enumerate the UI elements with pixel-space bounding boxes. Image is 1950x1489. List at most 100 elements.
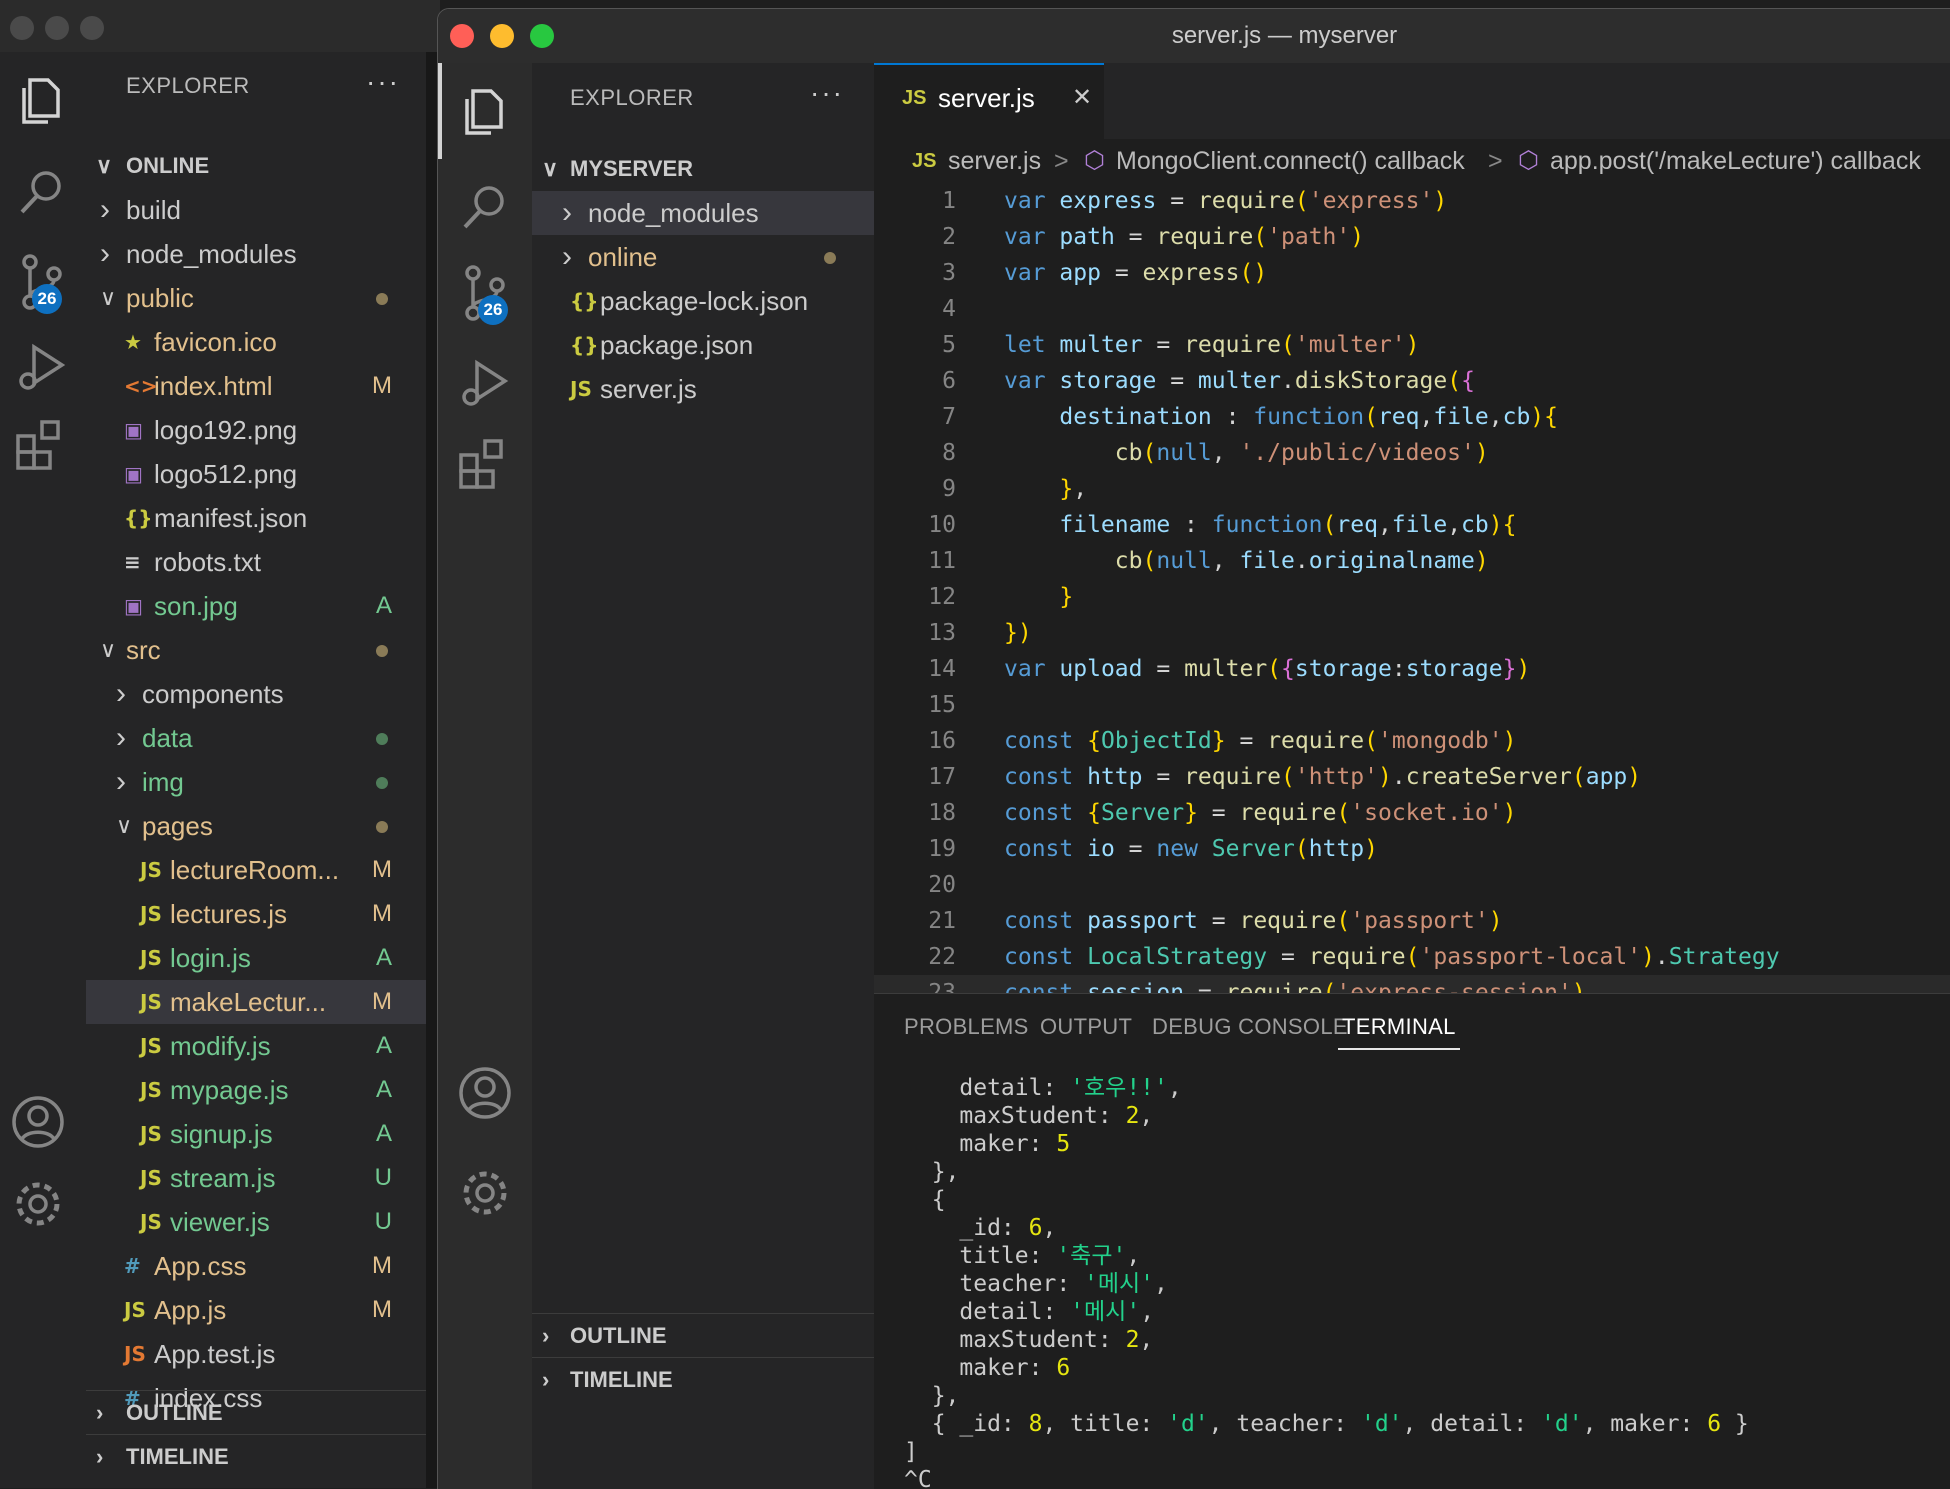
git-status-badge: M — [372, 900, 392, 927]
breadcrumb-symbol-1[interactable]: MongoClient.connect() callback — [1116, 139, 1465, 183]
terminal-line: detail: '메시', — [904, 1299, 1155, 1325]
item-label: favicon.ico — [154, 327, 277, 357]
code-line: 22 const LocalStrategy = require('passpor… — [874, 939, 1950, 975]
explorer-root-folder[interactable]: ∨ ONLINE — [86, 144, 426, 188]
code-line: 3 var app = express() — [874, 255, 1950, 291]
settings-gear-icon[interactable] — [8, 1174, 68, 1234]
panel-tab-output[interactable]: OUTPUT — [1040, 1014, 1132, 1040]
panel-tab-debug-console[interactable]: DEBUG CONSOLE — [1152, 1014, 1348, 1040]
item-label: robots.txt — [154, 547, 261, 577]
explorer-root-folder[interactable]: ∨ MYSERVER — [532, 147, 874, 191]
panel-tab-problems[interactable]: PROBLEMS — [904, 1014, 1029, 1040]
settings-gear-icon[interactable] — [455, 1163, 515, 1223]
line-number: 21 — [928, 908, 956, 934]
folder-item[interactable]: › online — [532, 235, 874, 279]
line-number: 7 — [942, 404, 956, 430]
file-item[interactable]: ▣ logo512.png — [86, 452, 426, 496]
window-title: server.js — myserver — [1171, 22, 1398, 49]
extensions-icon[interactable] — [12, 414, 72, 474]
file-item[interactable]: ▣ son.jpg A — [86, 584, 426, 628]
explorer-icon[interactable] — [12, 70, 72, 130]
search-icon[interactable] — [12, 162, 72, 222]
file-item[interactable]: JS App.test.js — [86, 1332, 426, 1376]
folder-item[interactable]: ∨ public — [86, 276, 426, 320]
breadcrumb: JS server.js > ⬡ MongoClient.connect() c… — [874, 139, 1950, 183]
file-item[interactable]: ★ favicon.ico — [86, 320, 426, 364]
file-item[interactable]: JS stream.js U — [86, 1156, 426, 1200]
item-label: pages — [142, 811, 213, 841]
outline-section[interactable]: › OUTLINE — [532, 1313, 874, 1358]
file-item[interactable]: {} manifest.json — [86, 496, 426, 540]
search-icon[interactable] — [455, 177, 515, 237]
more-actions-icon[interactable]: ··· — [810, 77, 844, 109]
minimize-window-icon[interactable] — [45, 16, 69, 40]
js-file-icon: JS — [140, 1034, 162, 1058]
file-item[interactable]: JS makeLectur... M — [86, 980, 426, 1024]
account-icon[interactable] — [8, 1092, 68, 1152]
file-item[interactable]: JS modify.js A — [86, 1024, 426, 1068]
explorer-icon[interactable] — [455, 81, 515, 141]
file-item[interactable]: {} package.json — [532, 323, 874, 367]
file-item[interactable]: JS signup.js A — [86, 1112, 426, 1156]
chevron-right-icon: › — [96, 1400, 104, 1425]
file-item[interactable]: ▣ logo192.png — [86, 408, 426, 452]
folder-item[interactable]: › components — [86, 672, 426, 716]
code-line: 11 cb(null, file.originalname) — [874, 543, 1950, 579]
code-text: const passport = require('passport') — [1004, 908, 1503, 934]
item-label: data — [142, 723, 193, 753]
terminal-output[interactable]: detail: '호우!!', maxStudent: 2, maker: 5 … — [904, 1074, 1944, 1489]
code-line: 18 const {Server} = require('socket.io') — [874, 795, 1950, 831]
extensions-icon[interactable] — [455, 433, 515, 493]
json-file-icon: {} — [570, 333, 599, 357]
chevron-right-icon: › — [116, 765, 126, 798]
file-item[interactable]: JS lectures.js M — [86, 892, 426, 936]
file-item[interactable]: JS mypage.js A — [86, 1068, 426, 1112]
folder-item[interactable]: › node_modules — [532, 191, 874, 235]
close-window-icon[interactable] — [10, 16, 34, 40]
file-item[interactable]: JS App.js M — [86, 1288, 426, 1332]
line-number: 18 — [928, 800, 956, 826]
folder-item[interactable]: ∨ pages — [86, 804, 426, 848]
file-item[interactable]: <> index.html M — [86, 364, 426, 408]
file-item[interactable]: ≡ robots.txt — [86, 540, 426, 584]
file-item[interactable]: {} package-lock.json — [532, 279, 874, 323]
panel-tab-terminal[interactable]: TERMINAL — [1338, 1014, 1460, 1050]
chevron-down-icon: ∨ — [116, 813, 133, 838]
account-icon[interactable] — [455, 1063, 515, 1123]
file-item[interactable]: JS lectureRoom... M — [86, 848, 426, 892]
chevron-right-icon: › — [100, 237, 110, 270]
item-label: node_modules — [126, 239, 297, 269]
terminal-line: ] — [904, 1439, 918, 1465]
folder-item[interactable]: › build — [86, 188, 426, 232]
breadcrumb-file[interactable]: server.js — [948, 139, 1041, 183]
run-debug-icon[interactable] — [455, 353, 515, 413]
breadcrumb-symbol-2[interactable]: app.post('/makeLecture') callback — [1550, 139, 1921, 183]
code-line: 4 — [874, 291, 1950, 327]
timeline-section[interactable]: › TIMELINE — [532, 1357, 874, 1402]
js-file-icon: JS — [140, 858, 162, 882]
root-folder-label: MYSERVER — [570, 156, 694, 181]
folder-item[interactable]: › node_modules — [86, 232, 426, 276]
image-file-icon: ▣ — [124, 462, 143, 486]
file-item[interactable]: JS server.js — [532, 367, 874, 411]
terminal-line: maker: 5 — [904, 1131, 1071, 1157]
file-item[interactable]: JS login.js A — [86, 936, 426, 980]
outline-section[interactable]: › OUTLINE — [86, 1390, 426, 1435]
file-item[interactable]: JS viewer.js U — [86, 1200, 426, 1244]
folder-item[interactable]: › img — [86, 760, 426, 804]
more-actions-icon[interactable]: ··· — [366, 66, 400, 98]
tab-server-js[interactable]: JS server.js ✕ — [874, 63, 1104, 139]
close-tab-icon[interactable]: ✕ — [1072, 83, 1092, 112]
folder-item[interactable]: › data — [86, 716, 426, 760]
timeline-label: TIMELINE — [570, 1367, 673, 1392]
star-file-icon: ★ — [124, 330, 142, 354]
timeline-section[interactable]: › TIMELINE — [86, 1434, 426, 1479]
code-text: const http = require('http').createServe… — [1004, 764, 1642, 790]
run-debug-icon[interactable] — [12, 337, 72, 397]
code-text: const LocalStrategy = require('passport-… — [1004, 944, 1780, 970]
code-editor[interactable]: 1 var express = require('express') 2 var pa… — [874, 183, 1950, 993]
explorer-title: EXPLORER — [570, 85, 694, 110]
folder-item[interactable]: ∨ src — [86, 628, 426, 672]
file-item[interactable]: # App.css M — [86, 1244, 426, 1288]
maximize-window-icon[interactable] — [80, 16, 104, 40]
